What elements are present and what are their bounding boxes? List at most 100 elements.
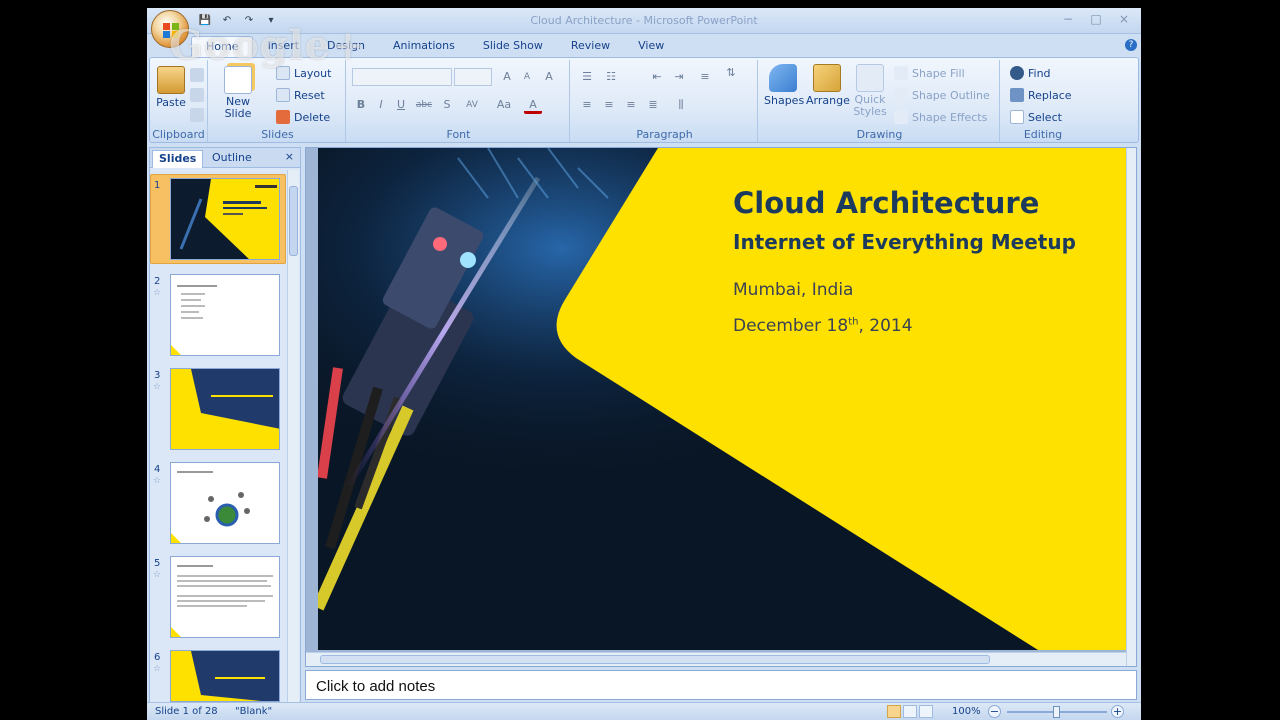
copy-button[interactable] (190, 88, 204, 102)
tab-review[interactable]: Review (557, 36, 624, 58)
shape-effects-label: Shape Effects (912, 110, 988, 124)
italic-button[interactable]: I (372, 96, 390, 114)
increase-indent-icon[interactable]: ⇥ (670, 68, 688, 86)
shapes-button[interactable]: Shapes (764, 64, 804, 107)
maximize-button[interactable]: □ (1083, 10, 1109, 28)
format-painter-button[interactable] (190, 108, 204, 122)
slides-label: Slides (261, 128, 294, 141)
quick-styles-button[interactable]: Quick Styles (850, 64, 890, 118)
decrease-indent-icon[interactable]: ⇤ (648, 68, 666, 86)
horizontal-scrollbar[interactable] (306, 652, 1126, 666)
help-icon[interactable]: ? (1125, 39, 1137, 51)
scrollbar-thumb[interactable] (320, 655, 990, 664)
reset-button[interactable]: Reset (276, 88, 325, 102)
tab-animations[interactable]: Animations (379, 36, 469, 58)
normal-view-icon[interactable] (887, 705, 901, 718)
shape-outline-button[interactable]: Shape Outline (894, 88, 990, 102)
zoom-in-button[interactable]: + (1111, 705, 1124, 718)
zoom-out-button[interactable]: − (988, 705, 1001, 718)
minimize-button[interactable]: − (1055, 10, 1081, 28)
select-button[interactable]: Select (1010, 110, 1062, 124)
slide-thumbnail-1[interactable]: 1 (150, 174, 286, 264)
zoom-level[interactable]: 100% (952, 706, 981, 717)
redo-icon[interactable]: ↷ (241, 12, 257, 28)
slide-date[interactable]: December 18th, 2014 (733, 316, 913, 336)
close-pane-icon[interactable]: × (285, 150, 294, 163)
scrollbar-thumb[interactable] (289, 186, 298, 256)
clipboard-label: Clipboard (152, 128, 205, 141)
slide-subtitle[interactable]: Internet of Everything Meetup (733, 230, 1076, 254)
cut-icon (190, 68, 204, 82)
delete-button[interactable]: Delete (276, 110, 330, 124)
underline-button[interactable]: U (392, 96, 410, 114)
slide-location[interactable]: Mumbai, India (733, 280, 853, 300)
new-slide-icon (224, 66, 252, 94)
ribbon-tabs: Home Insert Design Animations Slide Show… (191, 36, 678, 58)
tab-view[interactable]: View (624, 36, 678, 58)
drawing-label: Drawing (856, 128, 903, 141)
tab-design[interactable]: Design (313, 36, 379, 58)
tab-slides[interactable]: Slides (152, 150, 204, 168)
bullets-icon[interactable]: ☰ (578, 68, 596, 86)
strikethrough-button[interactable]: abc (412, 96, 436, 114)
replace-button[interactable]: Replace (1010, 88, 1072, 102)
new-slide-button[interactable]: New Slide (220, 66, 256, 120)
notes-placeholder[interactable]: Click to add notes (316, 678, 435, 695)
zoom-slider-knob[interactable] (1053, 706, 1060, 718)
customize-qat-icon[interactable]: ▾ (263, 12, 279, 28)
slide-canvas[interactable]: Cloud Architecture Internet of Everythin… (318, 148, 1128, 650)
save-icon[interactable]: 💾 (197, 12, 213, 28)
tab-insert[interactable]: Insert (253, 36, 313, 58)
font-name-combo[interactable] (352, 68, 452, 86)
align-right-icon[interactable]: ≡ (622, 96, 640, 114)
text-shadow-button[interactable]: S (438, 96, 456, 114)
slide-thumbnail-5[interactable]: 5 ☆ (150, 556, 286, 642)
numbering-icon[interactable]: ☷ (602, 68, 620, 86)
find-button[interactable]: Find (1010, 66, 1051, 80)
slide-thumbnail-2[interactable]: 2 ☆ (150, 274, 286, 360)
font-color-button[interactable]: A (524, 96, 542, 114)
tab-home[interactable]: Home (191, 36, 254, 58)
notes-pane[interactable]: Click to add notes (305, 670, 1137, 700)
shrink-font-button[interactable]: A (518, 68, 536, 86)
shape-effects-button[interactable]: Shape Effects (894, 110, 987, 124)
line-spacing-icon[interactable]: ≡ (696, 68, 714, 86)
character-spacing-button[interactable]: AV (460, 96, 484, 114)
arrange-icon (813, 64, 841, 92)
font-size-combo[interactable] (454, 68, 492, 86)
arrange-label: Arrange (806, 94, 850, 107)
theme-name: "Blank" (235, 706, 273, 717)
tab-slide-show[interactable]: Slide Show (469, 36, 557, 58)
justify-icon[interactable]: ≣ (644, 96, 662, 114)
cut-button[interactable] (190, 68, 204, 82)
zoom-slider[interactable] (1007, 706, 1107, 718)
layout-button[interactable]: Layout (276, 66, 331, 80)
slides-pane-scrollbar[interactable] (287, 170, 299, 704)
align-center-icon[interactable]: ≡ (600, 96, 618, 114)
vertical-scrollbar[interactable] (1126, 148, 1136, 666)
grow-font-button[interactable]: A (498, 68, 516, 86)
tab-outline[interactable]: Outline (206, 150, 258, 168)
slide-thumbnail-4[interactable]: 4 ☆ (150, 462, 286, 548)
shapes-icon (769, 64, 797, 92)
close-button[interactable]: × (1111, 10, 1137, 28)
select-label: Select (1028, 110, 1062, 124)
clear-formatting-button[interactable]: A (540, 68, 558, 86)
office-button[interactable] (151, 10, 189, 48)
arrange-button[interactable]: Arrange (806, 64, 850, 107)
columns-icon[interactable]: ⫼ (672, 96, 690, 114)
slide-show-view-icon[interactable] (919, 705, 933, 718)
text-direction-icon[interactable]: ⇅ (722, 64, 740, 82)
slide-sorter-view-icon[interactable] (903, 705, 917, 718)
slide-thumbnail-3[interactable]: 3 ☆ (150, 368, 286, 454)
animation-star-icon: ☆ (153, 664, 162, 674)
slide-title[interactable]: Cloud Architecture (733, 186, 1039, 220)
undo-icon[interactable]: ↶ (219, 12, 235, 28)
select-arrow-icon (1010, 110, 1024, 124)
paste-button[interactable]: Paste (156, 66, 186, 109)
bold-button[interactable]: B (352, 96, 370, 114)
editing-group: Find Replace Select Editing (1002, 60, 1084, 142)
align-left-icon[interactable]: ≡ (578, 96, 596, 114)
change-case-button[interactable]: Aa (492, 96, 516, 114)
shape-fill-button[interactable]: Shape Fill (894, 66, 965, 80)
